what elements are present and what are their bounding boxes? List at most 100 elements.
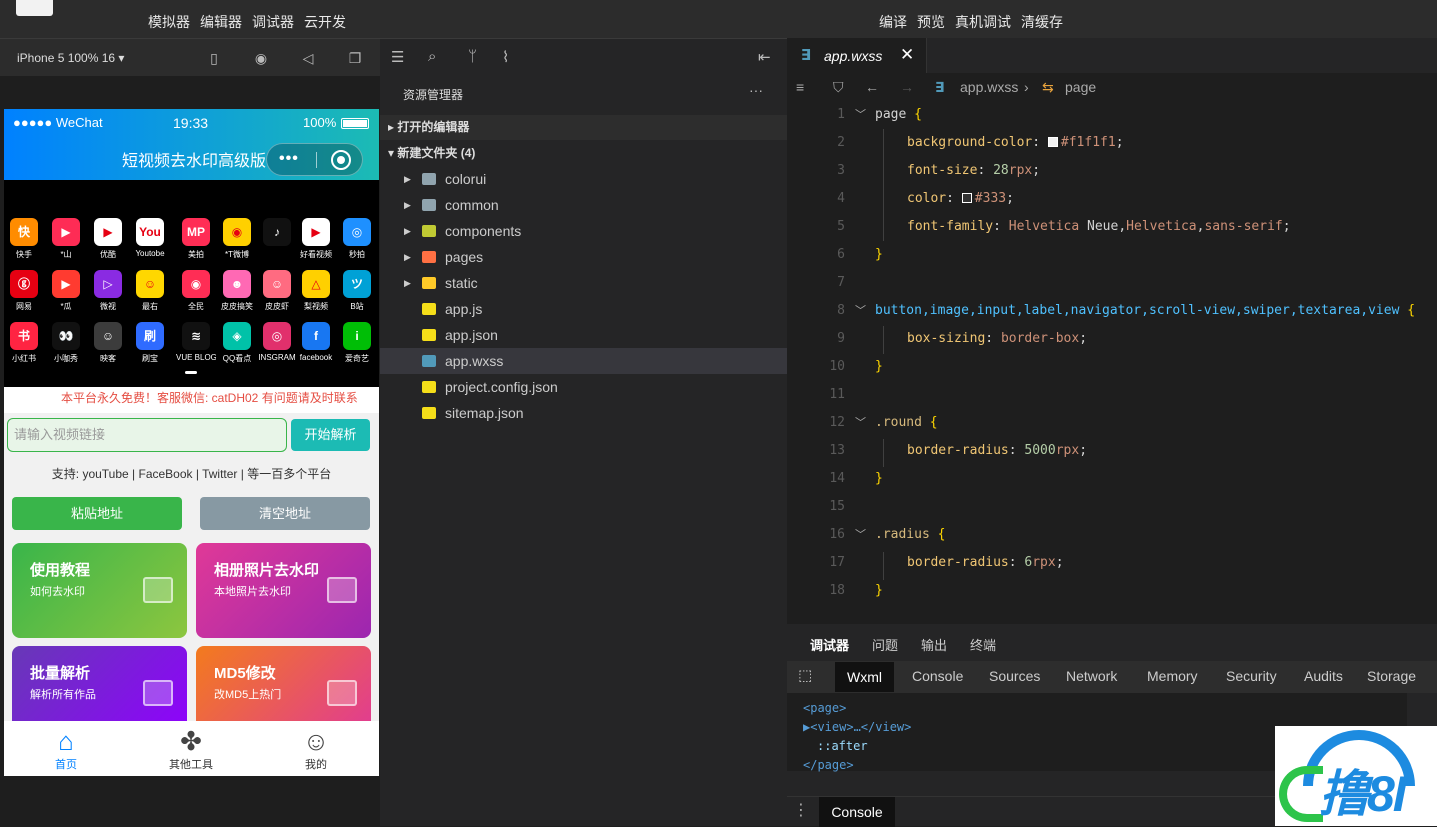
chevron-right-icon[interactable]: ▶	[404, 244, 411, 270]
file-tree-item[interactable]: app.js	[380, 296, 787, 322]
chevron-right-icon[interactable]: ▶	[404, 166, 411, 192]
menu-editor[interactable]: 编辑器	[200, 12, 242, 32]
tab-storage[interactable]: Storage	[1367, 668, 1416, 684]
paste-button[interactable]: 粘贴地址	[12, 497, 182, 530]
tab-wxml[interactable]: Wxml	[835, 662, 894, 692]
tab-sources[interactable]: Sources	[989, 668, 1040, 684]
file-tree-item[interactable]: ▶ common	[380, 192, 787, 218]
app-icon-item[interactable]: ⓖ 网易	[4, 270, 44, 320]
app-icon-item[interactable]: ≋ VUE BLOG	[176, 322, 216, 372]
graph-icon[interactable]: ⌇	[502, 48, 509, 66]
menu-simulator[interactable]: 模拟器	[148, 12, 190, 32]
file-tree-item[interactable]: ▶ pages	[380, 244, 787, 270]
back-arrow-icon[interactable]: ←	[865, 79, 879, 95]
file-tree-item[interactable]: project.config.json	[380, 374, 787, 400]
card-subtitle: 如何去水印	[30, 586, 85, 598]
app-icon-item[interactable]: ◉ 全民	[176, 270, 216, 320]
tab-debugger[interactable]: 调试器	[810, 635, 849, 654]
chevron-right-icon[interactable]: ▶	[404, 192, 411, 218]
close-miniprogram-icon[interactable]	[331, 150, 351, 170]
tab-mine[interactable]: ☺ 我的	[281, 726, 351, 772]
app-icon-item[interactable]: ◎ INSGRAM	[257, 322, 297, 372]
tutorial-card[interactable]: 使用教程 如何去水印	[12, 543, 187, 638]
app-icon-item[interactable]: ◉ *T微博	[217, 218, 257, 268]
menu-debugger[interactable]: 调试器	[252, 12, 294, 32]
list-icon[interactable]: ☰	[391, 48, 404, 66]
tab-network[interactable]: Network	[1066, 668, 1117, 684]
tab-audits[interactable]: Audits	[1304, 668, 1343, 684]
bookmark-icon[interactable]: ⛉	[833, 79, 844, 96]
preview-button[interactable]: 预览	[917, 12, 945, 32]
tab-console[interactable]: Console	[912, 668, 963, 684]
device-select[interactable]: iPhone 5 100% 16 ▾	[17, 51, 124, 65]
app-icon-item[interactable]: ▶ 优酷	[88, 218, 128, 268]
menu-icon[interactable]: ≡	[796, 79, 804, 95]
breadcrumb-file[interactable]: app.wxss	[960, 79, 1018, 95]
file-tree-item[interactable]: sitemap.json	[380, 400, 787, 426]
tab-problems[interactable]: 问题	[872, 635, 898, 654]
app-icon-item[interactable]: ▷ 微视	[88, 270, 128, 320]
app-icon-item[interactable]: ♪	[257, 218, 297, 268]
more-icon[interactable]: ···	[749, 82, 763, 98]
real-device-debug-button[interactable]: 真机调试	[955, 12, 1011, 32]
app-icon-item[interactable]: MP 美拍	[176, 218, 216, 268]
app-icon-item[interactable]: ☺ 映客	[88, 322, 128, 372]
record-icon[interactable]: ◉	[253, 50, 269, 66]
tab-output[interactable]: 输出	[921, 635, 947, 654]
app-icon-item[interactable]: ☺ 皮皮虾	[257, 270, 297, 320]
app-icon-item[interactable]: ◈ QQ看点	[217, 322, 257, 372]
console-drawer-tab[interactable]: Console	[819, 797, 895, 827]
kebab-menu-icon[interactable]: ⋮	[787, 797, 815, 827]
inspect-icon[interactable]: ⬚	[798, 666, 812, 684]
close-icon[interactable]: ✕	[900, 45, 914, 65]
search-icon[interactable]: ⌕	[428, 48, 436, 65]
clear-cache-button[interactable]: 清缓存	[1021, 12, 1063, 32]
file-tree-item[interactable]: app.json	[380, 322, 787, 348]
branch-icon[interactable]: ᛘ	[468, 48, 477, 65]
compile-button[interactable]: 编译	[879, 12, 907, 32]
tab-security[interactable]: Security	[1226, 668, 1277, 684]
open-editors-section[interactable]: ▸ 打开的编辑器	[380, 115, 787, 140]
app-icon-item[interactable]: ☻ 皮皮搞笑	[217, 270, 257, 320]
file-tree-item[interactable]: ▶ colorui	[380, 166, 787, 192]
collapse-panel-icon[interactable]: ⇤	[758, 48, 771, 66]
clear-button[interactable]: 清空地址	[200, 497, 370, 530]
app-icon-item[interactable]: ▶ *瓜	[46, 270, 86, 320]
app-icon-item[interactable]: ▶ 好看视频	[296, 218, 336, 268]
app-icon-item[interactable]: i 爱奇艺	[337, 322, 377, 372]
window-icon[interactable]: ❐	[347, 50, 363, 66]
forward-arrow-icon[interactable]: →	[900, 79, 914, 95]
menu-cloud[interactable]: 云开发	[304, 12, 346, 32]
app-icon-item[interactable]: ▶ *山	[46, 218, 86, 268]
sound-icon[interactable]: ◁	[300, 50, 316, 66]
tab-terminal[interactable]: 终端	[970, 635, 996, 654]
file-tree-item[interactable]: ▶ components	[380, 218, 787, 244]
app-icon-item[interactable]: f facebook	[296, 322, 336, 372]
video-link-input[interactable]: 请输入视频链接	[7, 418, 287, 452]
photo-watermark-card[interactable]: 相册照片去水印 本地照片去水印	[196, 543, 371, 638]
app-icon-item[interactable]: 刷刷宝	[130, 322, 170, 372]
chevron-right-icon[interactable]: ▶	[404, 218, 411, 244]
editor-tab-app-wxss[interactable]: ∃ app.wxss ✕	[787, 38, 927, 73]
app-icon-item[interactable]: 书小红书	[4, 322, 44, 372]
tab-memory[interactable]: Memory	[1147, 668, 1198, 684]
file-tree-item[interactable]: ▶ static	[380, 270, 787, 296]
app-icon-item[interactable]: ツ B站	[337, 270, 377, 320]
more-icon[interactable]: •••	[279, 150, 299, 168]
app-label: 爱奇艺	[345, 354, 369, 363]
app-icon-item[interactable]: 快快手	[4, 218, 44, 268]
tab-home[interactable]: ⌂ 首页	[31, 726, 101, 772]
app-icon-item[interactable]: △ 梨视频	[296, 270, 336, 320]
app-icon-item[interactable]: ☺ 最右	[130, 270, 170, 320]
tab-tools[interactable]: ✤ 其他工具	[156, 726, 226, 772]
chevron-right-icon[interactable]: ▶	[404, 270, 411, 296]
app-icon-item[interactable]: 👀 小咖秀	[46, 322, 86, 372]
parse-button[interactable]: 开始解析	[291, 419, 370, 451]
app-icon-item[interactable]: You Youtobe	[130, 218, 170, 268]
wxml-node[interactable]: <page>	[803, 699, 1391, 718]
folder-section[interactable]: ▾ 新建文件夹 (4)	[380, 141, 787, 166]
file-tree-item[interactable]: app.wxss	[380, 348, 787, 374]
phone-icon[interactable]: ▯	[206, 50, 222, 66]
breadcrumb-selector[interactable]: page	[1065, 79, 1096, 95]
app-icon-item[interactable]: ◎ 秒拍	[337, 218, 377, 268]
